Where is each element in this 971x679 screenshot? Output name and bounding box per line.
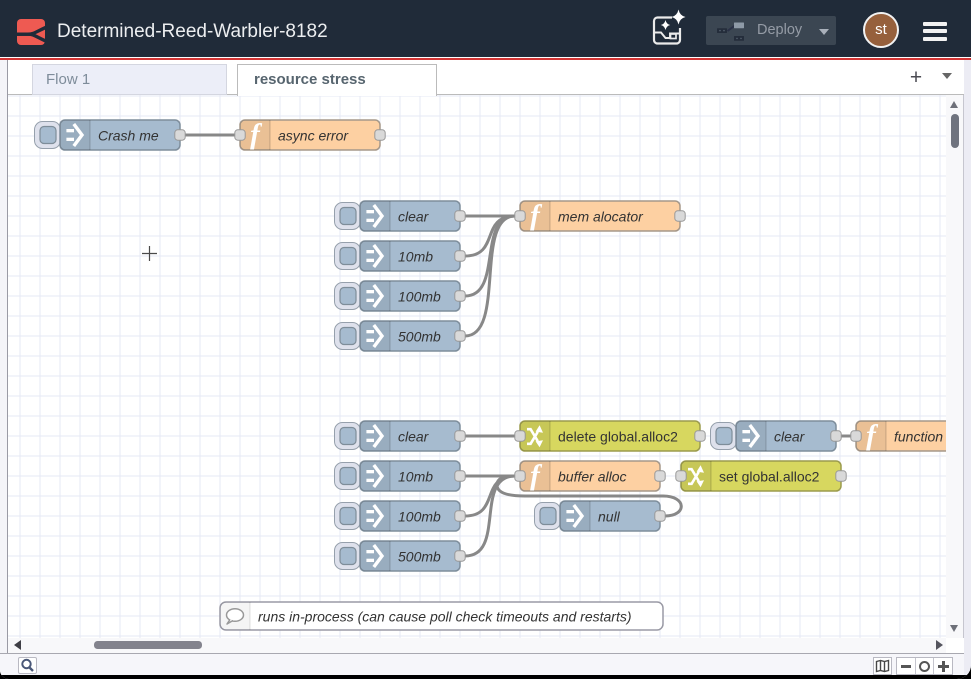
- svg-text:10mb: 10mb: [398, 249, 433, 265]
- svg-text:500mb: 500mb: [398, 329, 441, 345]
- svg-text:null: null: [598, 509, 621, 525]
- svg-text:100mb: 100mb: [398, 289, 441, 305]
- svg-text:buffer alloc: buffer alloc: [558, 469, 626, 485]
- svg-text:clear: clear: [398, 429, 430, 445]
- svg-text:set global.alloc2: set global.alloc2: [719, 469, 820, 485]
- svg-text:Crash me: Crash me: [98, 128, 159, 144]
- svg-text:delete global.alloc2: delete global.alloc2: [558, 429, 678, 445]
- svg-text:mem alocator: mem alocator: [558, 209, 644, 225]
- svg-text:100mb: 100mb: [398, 509, 441, 525]
- svg-text:500mb: 500mb: [398, 549, 441, 565]
- svg-text:runs in-process (can cause pol: runs in-process (can cause poll check ti…: [258, 609, 632, 625]
- svg-text:clear: clear: [774, 429, 806, 445]
- svg-text:async error: async error: [278, 128, 349, 144]
- svg-text:function: function: [894, 429, 943, 445]
- svg-text:10mb: 10mb: [398, 469, 433, 485]
- svg-text:clear: clear: [398, 209, 430, 225]
